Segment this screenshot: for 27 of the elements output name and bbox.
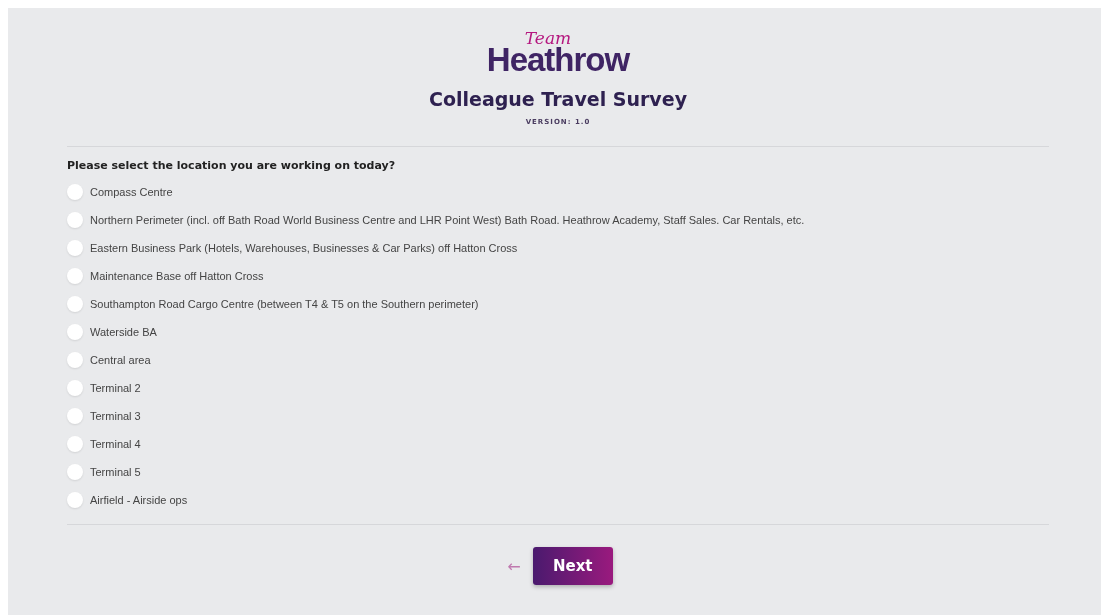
radio-button[interactable] [67,212,83,228]
survey-title: Colleague Travel Survey [428,88,688,110]
option-label[interactable]: Terminal 5 [90,466,141,478]
question-text: Please select the location you are working on today? [67,159,397,172]
next-button[interactable]: Next [532,547,613,585]
radio-button[interactable] [67,436,83,452]
option-label[interactable]: Central area [90,354,151,366]
option-label[interactable]: Terminal 2 [90,382,141,394]
radio-button[interactable] [67,464,83,480]
option-label[interactable]: Southampton Road Cargo Centre (between T4 & T5 on the Southern perimeter) [90,298,479,310]
radio-button[interactable] [67,352,83,368]
option-label[interactable]: Maintenance Base off Hatton Cross [90,270,264,282]
radio-button[interactable] [67,408,83,424]
option-label[interactable]: Northern Perimeter (incl. off Bath Road World Business Centre and LHR Point West) Bath Road. Heathrow Academy, Staff Sales. Car Rentals, etc. [90,214,805,226]
option-label[interactable]: Terminal 4 [90,438,141,450]
radio-button[interactable] [67,492,83,508]
radio-button[interactable] [67,324,83,340]
option-label[interactable]: Eastern Business Park (Hotels, Warehouses, Businesses & Car Parks) off Hatton Cross [90,242,518,254]
radio-button[interactable] [67,184,83,200]
option-label[interactable]: Compass Centre [90,186,173,198]
radio-button[interactable] [67,296,83,312]
radio-button[interactable] [67,380,83,396]
option-label[interactable]: Terminal 3 [90,410,141,422]
radio-button[interactable] [67,240,83,256]
option-label[interactable]: Waterside BA [90,326,157,338]
radio-button[interactable] [67,268,83,284]
option-label[interactable]: Airfield - Airside ops [90,494,188,506]
